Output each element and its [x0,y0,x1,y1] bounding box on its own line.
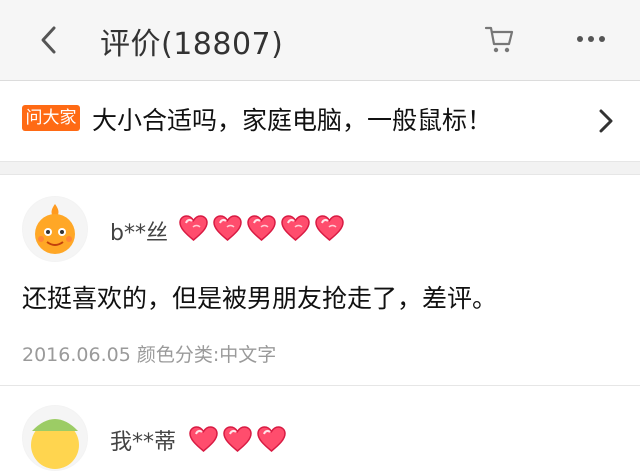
rating-hearts [187,424,288,454]
review-divider [0,385,640,386]
review-username: b**丝 [110,221,168,246]
more-icon[interactable] [575,27,607,51]
heart-icon [179,215,208,241]
heart-icon [223,426,252,452]
section-divider [0,161,640,175]
chevron-right-icon[interactable] [596,107,616,135]
rating-hearts [177,213,346,243]
ask-everyone-badge: 问大家 [22,105,80,131]
avatar-icon [23,406,87,470]
review-content: 还挺喜欢的，但是被男朋友抢走了，差评。 [22,284,498,313]
avatar[interactable] [22,196,88,262]
avatar-icon [23,197,87,261]
page-title: 评价(18807) [100,27,284,62]
heart-icon [281,215,310,241]
back-icon[interactable] [34,22,66,58]
heart-icon [213,215,242,241]
ask-question[interactable]: 大小合适吗，家庭电脑，一般鼠标！ [92,101,492,137]
heart-icon [315,215,344,241]
review-username: 我**蒂 [110,430,177,455]
heart-icon [247,215,276,241]
review-meta: 2016.06.05 颜色分类:中文字 [22,344,277,366]
heart-icon [189,426,218,452]
top-bar: 评价(18807) [0,0,640,81]
cart-icon[interactable] [483,22,515,56]
avatar[interactable] [22,405,88,471]
heart-icon [257,426,286,452]
